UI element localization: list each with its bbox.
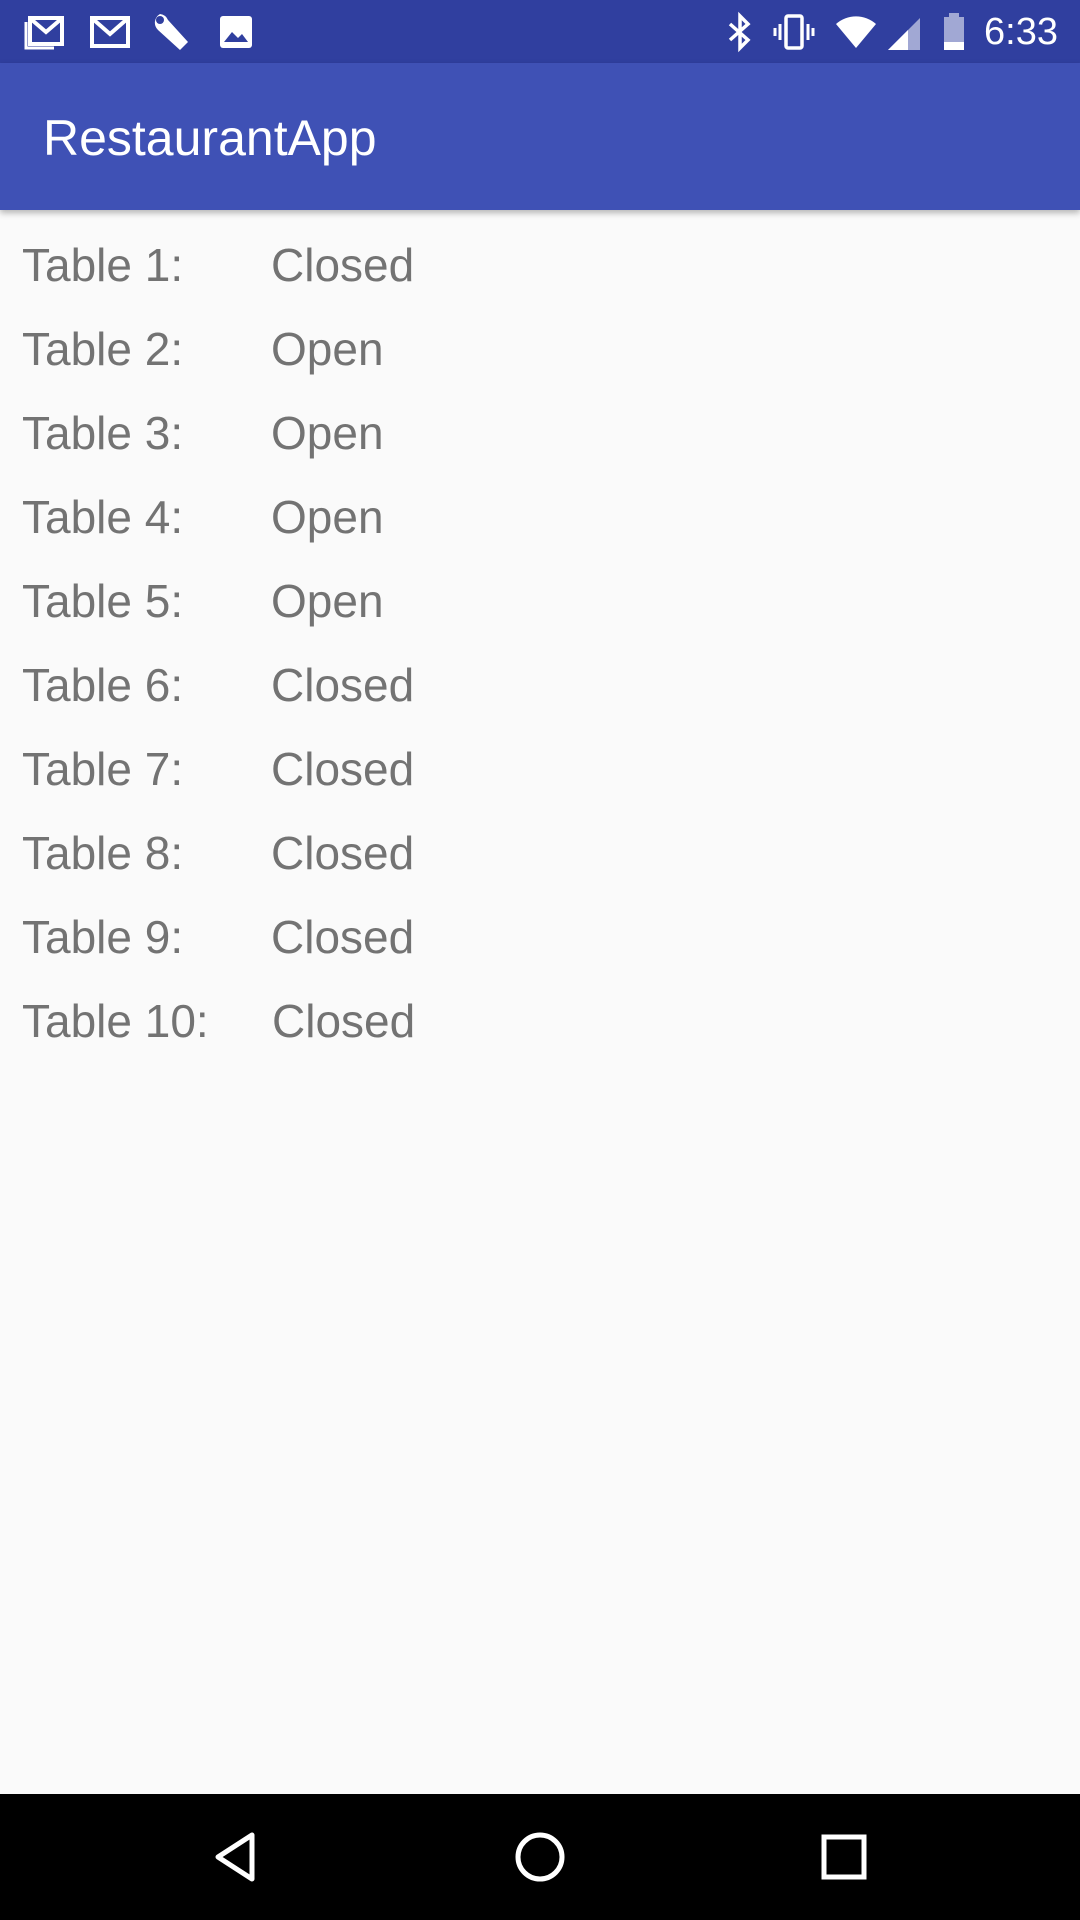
- status-time: 6:33: [984, 11, 1058, 53]
- home-icon[interactable]: [510, 1827, 570, 1887]
- gmail-icon: [24, 10, 68, 54]
- wifi-icon: [834, 10, 878, 54]
- navigation-bar: [0, 1794, 1080, 1920]
- table-row: Table 7: Closed: [0, 714, 1080, 798]
- tables-list: Table 1: Closed Table 2: Open Table 3: O…: [0, 210, 1080, 1050]
- table-label: Table 10:: [22, 995, 209, 1047]
- status-bar: 6:33: [0, 0, 1080, 63]
- table-row: Table 9: Closed: [0, 882, 1080, 966]
- table-status: Closed: [271, 239, 415, 291]
- table-status: Closed: [271, 743, 415, 795]
- table-label: Table 7:: [22, 743, 184, 795]
- bluetooth-icon: [718, 10, 762, 54]
- table-status: Open: [271, 575, 384, 627]
- back-icon[interactable]: [206, 1827, 266, 1887]
- app-title: RestaurantApp: [43, 110, 377, 166]
- table-status: Open: [271, 323, 384, 375]
- table-status: Closed: [272, 995, 416, 1047]
- table-row: Table 4: Open: [0, 462, 1080, 546]
- wrench-icon: [150, 10, 194, 54]
- image-icon: [214, 10, 258, 54]
- table-row: Table 5: Open: [0, 546, 1080, 630]
- table-row: Table 6: Closed: [0, 630, 1080, 714]
- table-row: Table 10: Closed: [0, 966, 1080, 1050]
- mail-icon: [88, 10, 132, 54]
- battery-icon: [932, 10, 976, 54]
- table-label: Table 9:: [22, 911, 184, 963]
- table-label: Table 1:: [22, 239, 184, 291]
- recents-icon[interactable]: [814, 1827, 874, 1887]
- table-status: Closed: [271, 911, 415, 963]
- table-row: Table 1: Closed: [0, 210, 1080, 294]
- table-status: Closed: [271, 827, 415, 879]
- table-label: Table 6:: [22, 659, 184, 711]
- table-label: Table 3:: [22, 407, 184, 459]
- table-row: Table 2: Open: [0, 294, 1080, 378]
- vibrate-icon: [772, 10, 816, 54]
- cell-signal-icon: [882, 10, 926, 54]
- table-status: Open: [271, 491, 384, 543]
- table-label: Table 8:: [22, 827, 184, 879]
- table-label: Table 4:: [22, 491, 184, 543]
- table-status: Open: [271, 407, 384, 459]
- table-row: Table 3: Open: [0, 378, 1080, 462]
- table-row: Table 8: Closed: [0, 798, 1080, 882]
- app-bar: RestaurantApp: [0, 63, 1080, 210]
- table-status: Closed: [271, 659, 415, 711]
- table-label: Table 2:: [22, 323, 184, 375]
- table-label: Table 5:: [22, 575, 184, 627]
